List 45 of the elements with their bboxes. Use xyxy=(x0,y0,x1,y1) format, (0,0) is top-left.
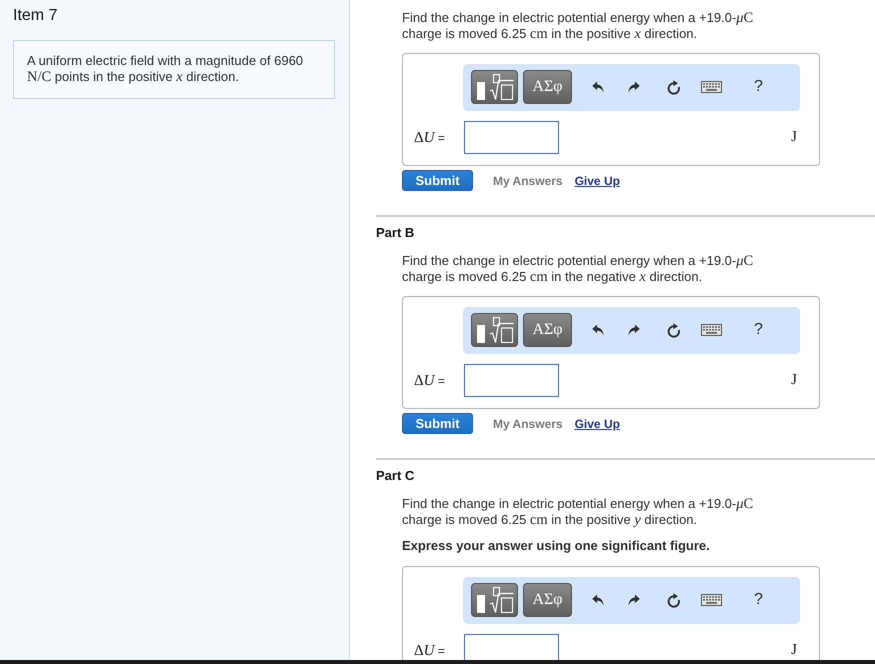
answer-input[interactable] xyxy=(464,364,559,397)
answer-input[interactable] xyxy=(464,634,559,660)
keyboard-icon[interactable] xyxy=(700,594,722,606)
question-text: Find the change in electric potential energy when a +19.0-μC charge is moved 6.25 cm in the positive y direction. xyxy=(402,496,754,528)
help-button[interactable]: ? xyxy=(754,78,763,96)
give-up-link[interactable]: Give Up xyxy=(574,174,620,188)
question-text: Find the change in electric potential energy when a +19.0-μC charge is moved 6.25 cm in the positive x direction. xyxy=(402,10,754,42)
answer-label: ΔU = xyxy=(414,372,446,390)
help-button[interactable]: ? xyxy=(754,591,763,609)
symbols-button[interactable]: ΑΣφ xyxy=(523,583,572,617)
box-radical-icon xyxy=(476,317,514,343)
instruction-text: Express your answer using one significant figure. xyxy=(402,538,710,554)
symbols-button[interactable]: ΑΣφ xyxy=(523,313,572,347)
answer-input[interactable] xyxy=(464,121,559,154)
box-radical-icon xyxy=(476,74,514,100)
undo-icon[interactable] xyxy=(592,594,604,606)
keyboard-icon[interactable] xyxy=(700,324,722,336)
redo-icon[interactable] xyxy=(628,324,640,336)
help-button[interactable]: ? xyxy=(754,321,763,339)
unit-label: J xyxy=(791,372,797,389)
symbols-button[interactable]: ΑΣφ xyxy=(523,70,572,104)
answer-label: ΔU = xyxy=(414,642,446,660)
template-button[interactable] xyxy=(471,313,518,347)
undo-icon[interactable] xyxy=(592,81,604,93)
question-text: Find the change in electric potential energy when a +19.0-μC charge is moved 6.25 cm in the negative x direction. xyxy=(402,253,754,285)
unit-label: J xyxy=(791,642,797,659)
item-title: Item 7 xyxy=(13,6,58,26)
template-button[interactable] xyxy=(471,583,518,617)
answer-label: ΔU = xyxy=(414,128,446,146)
redo-icon[interactable] xyxy=(628,81,640,93)
give-up-link[interactable]: Give Up xyxy=(574,416,620,430)
submit-button[interactable]: Submit xyxy=(402,170,473,191)
keyboard-icon[interactable] xyxy=(700,81,722,93)
template-button[interactable] xyxy=(471,70,518,104)
submit-button[interactable]: Submit xyxy=(402,413,473,434)
unit-label: J xyxy=(791,129,797,146)
intro-text: A uniform electric field with a magnitude of 6960 N/C points in the positive x direction. xyxy=(27,53,304,85)
redo-icon[interactable] xyxy=(628,594,640,606)
reset-icon[interactable] xyxy=(667,322,681,338)
reset-icon[interactable] xyxy=(667,592,681,608)
part-heading: Part B xyxy=(376,225,414,241)
reset-icon[interactable] xyxy=(667,80,681,94)
part-heading: Part C xyxy=(376,468,414,484)
box-radical-icon xyxy=(476,587,514,613)
undo-icon[interactable] xyxy=(592,324,604,336)
